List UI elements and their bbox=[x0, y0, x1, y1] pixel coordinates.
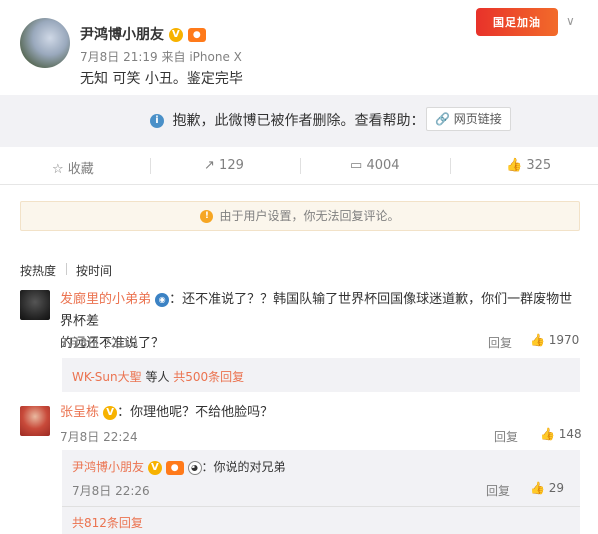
thumbs-up-icon: 👍 bbox=[540, 427, 555, 441]
comment-text: ：你理他呢？不给他脸吗？ bbox=[117, 405, 274, 420]
info-icon: i bbox=[150, 114, 164, 128]
tab-sort-time[interactable]: 按时间 bbox=[76, 262, 112, 279]
comment-time: 7月8日 22:10 bbox=[60, 336, 138, 350]
warning-icon: ! bbox=[200, 210, 214, 223]
divider bbox=[150, 158, 151, 174]
verified-badge-icon: V bbox=[103, 405, 118, 420]
thumbs-up-icon: 👍 bbox=[506, 158, 523, 173]
author-avatar[interactable] bbox=[20, 18, 70, 68]
sub-reply-like-button[interactable]: 👍 29 bbox=[530, 481, 564, 495]
favorite-label: 收藏 bbox=[67, 162, 94, 177]
sub-reply-time: 7月8日 22:26 bbox=[72, 484, 150, 498]
comment-button[interactable]: ▭ 4004 bbox=[350, 158, 400, 173]
star-icon: ☆ bbox=[52, 162, 64, 177]
like-count: 325 bbox=[526, 158, 552, 173]
commenter-avatar[interactable] bbox=[20, 406, 50, 436]
notice-text: 由于用户设置，你无法回复评论。 bbox=[219, 209, 400, 223]
comment-time: 7月8日 22:24 bbox=[60, 430, 138, 444]
sub-reply-author[interactable]: WK-Sun大聖 bbox=[72, 370, 142, 384]
post-date[interactable]: 7月8日 21:19 bbox=[80, 50, 158, 64]
divider bbox=[450, 158, 451, 174]
reply-button[interactable]: 回复 bbox=[486, 482, 510, 499]
divider bbox=[62, 506, 580, 507]
sub-reply-like-count: 29 bbox=[548, 481, 565, 495]
comment-body: 张呈栋 V ：你理他呢？不给他脸吗？ bbox=[60, 402, 273, 424]
comment-like-button[interactable]: 👍 148 bbox=[540, 427, 582, 441]
sub-reply-mid: 等人 bbox=[141, 370, 174, 384]
deleted-message: 抱歉，此微博已被作者删除。查看帮助： bbox=[172, 113, 425, 129]
reply-restriction-notice: ! 由于用户设置，你无法回复评论。 bbox=[20, 201, 580, 231]
help-link[interactable]: 🔗 网页链接 bbox=[426, 107, 511, 131]
link-icon: 🔗 bbox=[435, 112, 450, 126]
divider bbox=[66, 263, 67, 275]
verified-badge-icon: V bbox=[168, 28, 183, 42]
panda-emoji-icon: ◕ bbox=[187, 460, 202, 475]
commenter-name[interactable]: 发廊里的小弟弟 bbox=[60, 292, 151, 307]
level-badge-icon: ● bbox=[187, 28, 206, 42]
action-bar: ☆ 收藏 ↗ 129 ▭ 4004 👍 325 bbox=[0, 148, 598, 185]
comment-like-count: 1970 bbox=[548, 333, 580, 347]
post-meta: 7月8日 21:19 来自 iPhone X bbox=[80, 48, 242, 65]
divider bbox=[300, 158, 301, 174]
help-link-label: 网页链接 bbox=[453, 112, 502, 126]
reply-button[interactable]: 回复 bbox=[494, 428, 518, 445]
verified-badge-icon: V bbox=[147, 460, 162, 475]
repost-button[interactable]: ↗ 129 bbox=[204, 158, 244, 173]
commenter-name[interactable]: 张呈栋 bbox=[60, 405, 99, 420]
tab-sort-hot[interactable]: 按热度 bbox=[20, 262, 56, 279]
like-button[interactable]: 👍 325 bbox=[506, 158, 551, 173]
sub-reply-author[interactable]: 尹鸿博小朋友 bbox=[72, 460, 144, 474]
view-replies-link[interactable]: 共812条回复 bbox=[72, 514, 143, 531]
repost-icon: ↗ bbox=[204, 158, 215, 173]
commenter-avatar[interactable] bbox=[20, 290, 50, 320]
member-badge-icon: ◉ bbox=[155, 292, 170, 307]
comment-like-button[interactable]: 👍 1970 bbox=[530, 333, 579, 347]
sub-reply-text: ：你说的对兄弟 bbox=[201, 460, 286, 474]
comment-icon: ▭ bbox=[350, 158, 363, 173]
thumbs-up-icon: 👍 bbox=[530, 333, 545, 347]
author-name[interactable]: 尹鸿博小朋友 bbox=[80, 27, 164, 43]
sub-replies-box: WK-Sun大聖 等人 共500条回复 bbox=[62, 358, 580, 392]
view-replies-link[interactable]: 共500条回复 bbox=[173, 370, 244, 384]
brand-badge: 国足加油 bbox=[476, 8, 558, 36]
favorite-button[interactable]: ☆ 收藏 bbox=[52, 158, 94, 177]
comment-like-count: 148 bbox=[558, 427, 582, 441]
repost-count: 129 bbox=[219, 158, 244, 173]
level-badge-icon: ● bbox=[165, 460, 184, 475]
post-source: 来自 iPhone X bbox=[161, 50, 242, 64]
chevron-down-icon[interactable]: ∨ bbox=[566, 14, 575, 28]
comment-count: 4004 bbox=[366, 158, 400, 173]
thumbs-up-icon: 👍 bbox=[530, 481, 545, 495]
sub-replies-box: 尹鸿博小朋友 V ● ◕ ：你说的对兄弟 7月8日 22:26 回复 👍 29 共… bbox=[62, 450, 580, 534]
reply-button[interactable]: 回复 bbox=[488, 334, 512, 351]
post-content: 无知 可笑 小丑。鉴定完毕 bbox=[80, 71, 243, 87]
